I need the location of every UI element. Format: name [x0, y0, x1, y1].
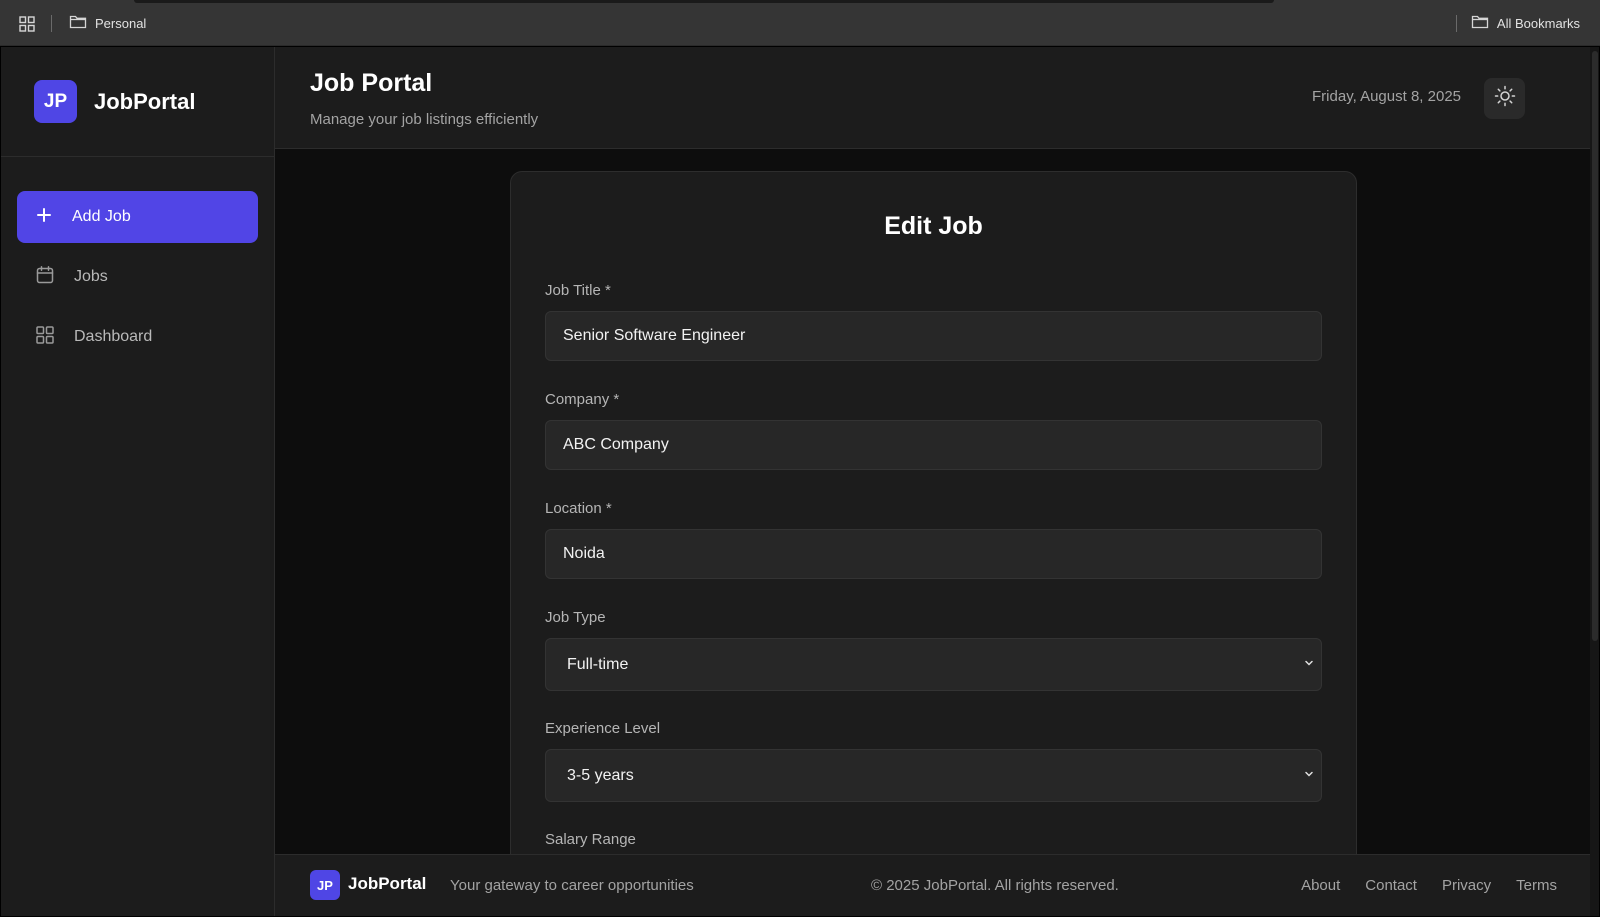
chevron-down-icon: [1303, 656, 1315, 674]
job-title-value: Senior Software Engineer: [563, 327, 746, 344]
app-window: JP JobPortal Add Job Jobs Dashboard Job …: [1, 47, 1599, 916]
location-input[interactable]: Noida: [545, 529, 1322, 579]
edit-job-form: Edit Job Job Title * Senior Software Eng…: [510, 171, 1357, 901]
sidebar-item-label: Jobs: [74, 268, 108, 285]
logo: JP: [34, 80, 77, 123]
experience-value: 3-5 years: [567, 766, 634, 784]
bookmark-folder-label: Personal: [95, 15, 147, 31]
location-value: Noida: [563, 545, 605, 562]
job-title-label: Job Title *: [545, 282, 611, 299]
bookmark-folder-all[interactable]: All Bookmarks: [1471, 0, 1580, 46]
form-title: Edit Job: [884, 212, 983, 240]
plus-icon: [35, 206, 53, 229]
footer-link-about[interactable]: About: [1301, 877, 1340, 894]
sidebar-item-dashboard[interactable]: Dashboard: [17, 311, 258, 363]
company-input[interactable]: ABC Company: [545, 420, 1322, 470]
sidebar-item-label: Add Job: [72, 208, 131, 225]
page-header: Job Portal Manage your job listings effi…: [275, 47, 1590, 149]
sidebar-brand[interactable]: JP JobPortal: [1, 47, 274, 157]
footer-link-contact[interactable]: Contact: [1365, 877, 1417, 894]
grid-icon: [35, 325, 55, 350]
bookmark-folder-personal[interactable]: Personal: [69, 0, 146, 46]
page-title: Job Portal: [310, 69, 433, 97]
sidebar-item-label: Dashboard: [74, 328, 153, 345]
tab-strip-edge: [134, 0, 1274, 3]
sidebar-item-jobs[interactable]: Jobs: [17, 251, 258, 303]
footer-link-terms[interactable]: Terms: [1516, 877, 1557, 894]
theme-toggle-button[interactable]: [1484, 78, 1525, 119]
folder-icon: [69, 14, 87, 32]
experience-label: Experience Level: [545, 720, 661, 737]
job-type-label: Job Type: [545, 609, 606, 626]
calendar-icon: [35, 265, 55, 290]
job-type-value: Full-time: [567, 655, 629, 673]
footer-link-privacy[interactable]: Privacy: [1442, 877, 1491, 894]
chevron-down-icon: [1303, 767, 1315, 785]
salary-label: Salary Range: [545, 831, 636, 848]
brand-name: JobPortal: [94, 88, 196, 114]
footer-copyright: © 2025 JobPortal. All rights reserved.: [871, 877, 1119, 894]
current-date: Friday, August 8, 2025: [1312, 88, 1461, 105]
sidebar: JP JobPortal Add Job Jobs Dashboard: [1, 47, 275, 916]
sun-icon: [1494, 85, 1516, 112]
footer-links: About Contact Privacy Terms: [1301, 877, 1557, 894]
grid-icon[interactable]: [18, 15, 36, 33]
bookmark-divider: [51, 15, 52, 32]
bookmark-divider: [1456, 15, 1457, 32]
experience-select[interactable]: 3-5 years: [545, 749, 1322, 802]
main-content: Edit Job Job Title * Senior Software Eng…: [275, 150, 1590, 901]
folder-icon: [1471, 14, 1489, 32]
location-label: Location *: [545, 500, 612, 517]
sidebar-item-add-job[interactable]: Add Job: [17, 191, 258, 243]
page-footer: JP JobPortal Your gateway to career oppo…: [275, 854, 1590, 916]
company-label: Company *: [545, 391, 620, 408]
job-type-select[interactable]: Full-time: [545, 638, 1322, 691]
footer-brand: JobPortal: [348, 874, 427, 893]
page-subtitle: Manage your job listings efficiently: [310, 111, 539, 128]
footer-tagline: Your gateway to career opportunities: [450, 877, 694, 894]
sidebar-nav: Add Job Jobs Dashboard: [17, 191, 258, 371]
bookmark-folder-label: All Bookmarks: [1496, 15, 1580, 31]
footer-logo: JP: [310, 870, 340, 900]
bookmarks-bar: Personal All Bookmarks: [0, 0, 1600, 46]
scrollbar-thumb[interactable]: [1592, 51, 1598, 641]
job-title-input[interactable]: Senior Software Engineer: [545, 311, 1322, 361]
company-value: ABC Company: [563, 436, 669, 453]
